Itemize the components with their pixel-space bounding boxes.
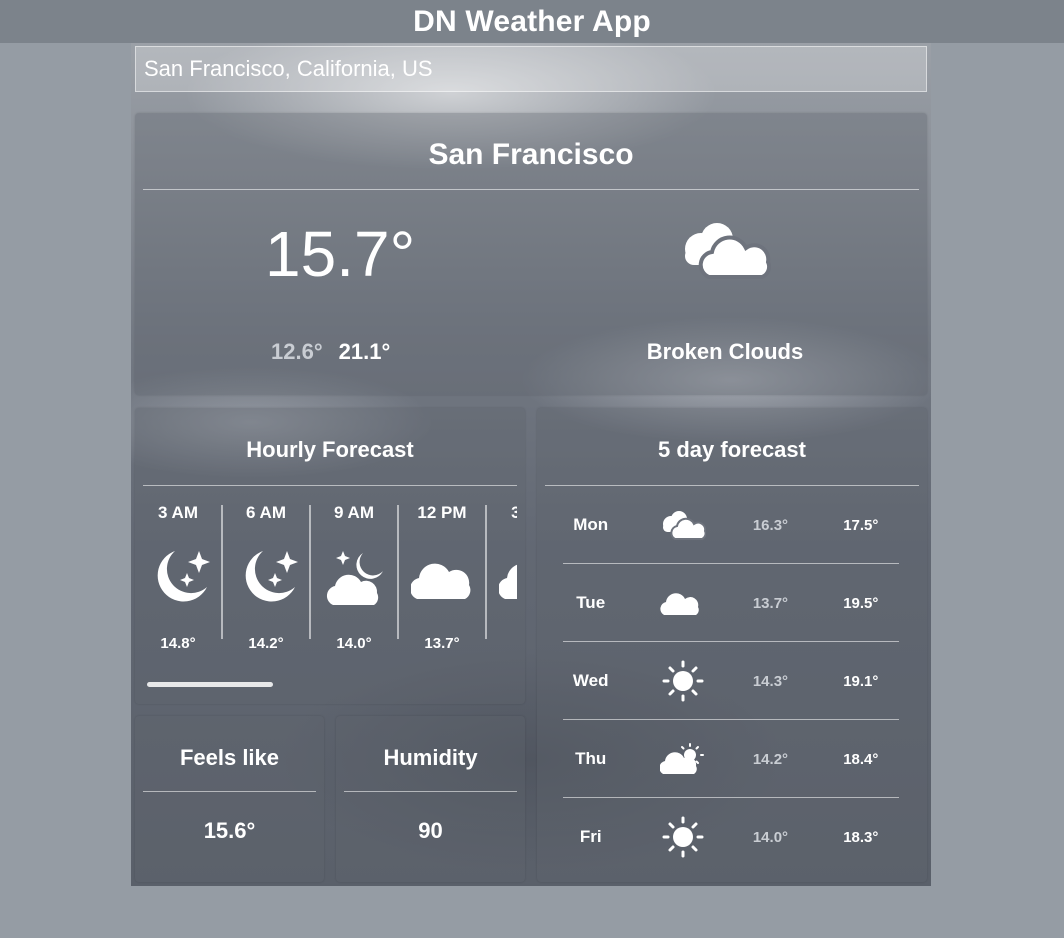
feels-like-value: 15.6°	[203, 818, 256, 843]
day-max-temperature: 17.5°	[843, 516, 879, 534]
hour-time: 6 AM	[246, 503, 286, 522]
hour-temperature: 14.0°	[336, 635, 372, 652]
five-day-forecast-title: 5 day forecast	[658, 437, 806, 462]
hourly-forecast-list[interactable]: 3 AM 14.8° 6 AM 14.2° 9 AM 14.0° 12 PM 1…	[135, 495, 517, 667]
weather-condition: Broken Clouds	[646, 339, 804, 364]
app-title: DN Weather App	[413, 4, 651, 38]
divider	[143, 189, 919, 190]
divider	[143, 791, 316, 792]
feels-like-title: Feels like	[179, 745, 280, 770]
min-max-temperature: 12.6° 21.1°	[271, 339, 390, 365]
day-name: Tue	[576, 593, 606, 612]
five-day-forecast-card: 5 day forecast Mon 16.3° 17.5° Tue 13.7°…	[537, 408, 927, 882]
daily-row: Thu 14.2° 18.4°	[563, 720, 899, 798]
broken-clouds-icon	[640, 509, 726, 541]
hourly-item: 3 PM	[487, 503, 517, 639]
cloud-icon	[410, 545, 477, 616]
humidity-value: 90	[418, 818, 443, 843]
day-name: Wed	[572, 671, 609, 690]
day-name: Mon	[573, 515, 609, 534]
hourly-forecast-title: Hourly Forecast	[246, 437, 414, 462]
day-max-temperature: 18.4°	[843, 750, 879, 768]
current-temperature: 15.7°	[265, 218, 416, 290]
cloud-icon	[640, 587, 726, 619]
hourly-item: 6 AM 14.2°	[223, 503, 311, 652]
divider	[344, 791, 517, 792]
min-temperature: 12.6°	[271, 339, 323, 364]
hourly-forecast-card: Hourly Forecast 3 AM 14.8° 6 AM 14.2° 9 …	[135, 408, 525, 704]
weather-panel: San Francisco 15.7° 12.6° 21.1° Broken Cl…	[131, 43, 931, 886]
current-weather-card: San Francisco 15.7° 12.6° 21.1° Broken Cl…	[135, 113, 927, 395]
day-name: Fri	[579, 827, 602, 846]
moon-stars-icon	[147, 545, 213, 616]
day-max-temperature: 19.1°	[843, 672, 879, 690]
hour-time: 3 PM	[511, 503, 517, 522]
day-min-temperature: 14.2°	[752, 750, 789, 768]
moon-cloud-icon	[323, 545, 389, 616]
sun-icon	[640, 660, 726, 702]
day-min-temperature: 14.3°	[752, 672, 789, 690]
daily-row: Mon 16.3° 17.5°	[563, 486, 899, 564]
sun-icon	[640, 816, 726, 858]
hour-time: 9 AM	[334, 503, 374, 522]
day-min-temperature: 16.3°	[752, 516, 789, 534]
city-name: San Francisco	[428, 138, 634, 171]
hour-temperature: 14.8°	[160, 635, 196, 652]
daily-row: Fri 14.0° 18.3°	[563, 798, 899, 876]
hourly-item: 3 AM 14.8°	[135, 503, 223, 652]
broken-clouds-icon	[679, 219, 772, 286]
day-min-temperature: 13.7°	[752, 594, 789, 612]
location-search-input[interactable]	[135, 46, 927, 92]
hourly-item: 9 AM 14.0°	[311, 503, 399, 652]
app-header: DN Weather App	[0, 0, 1064, 43]
hourly-scrollbar[interactable]	[147, 682, 273, 687]
hour-temperature: 13.7°	[424, 635, 460, 652]
day-name: Thu	[575, 749, 607, 768]
daily-row: Tue 13.7° 19.5°	[563, 564, 899, 642]
hourly-item: 12 PM 13.7°	[399, 503, 487, 652]
moon-stars-icon	[235, 545, 301, 616]
day-min-temperature: 14.0°	[752, 828, 789, 846]
feels-like-card: Feels like 15.6°	[135, 716, 324, 882]
humidity-title: Humidity	[383, 745, 478, 770]
humidity-card: Humidity 90	[336, 716, 525, 882]
hour-time: 3 AM	[158, 503, 198, 522]
cloud-icon	[498, 545, 517, 616]
hour-time: 12 PM	[417, 503, 467, 522]
hour-temperature: 14.2°	[248, 635, 284, 652]
sun-cloud-icon	[640, 742, 726, 776]
max-temperature: 21.1°	[338, 339, 391, 364]
daily-row: Wed 14.3° 19.1°	[563, 642, 899, 720]
day-max-temperature: 19.5°	[843, 594, 879, 612]
divider	[143, 485, 517, 486]
day-max-temperature: 18.3°	[843, 828, 879, 846]
